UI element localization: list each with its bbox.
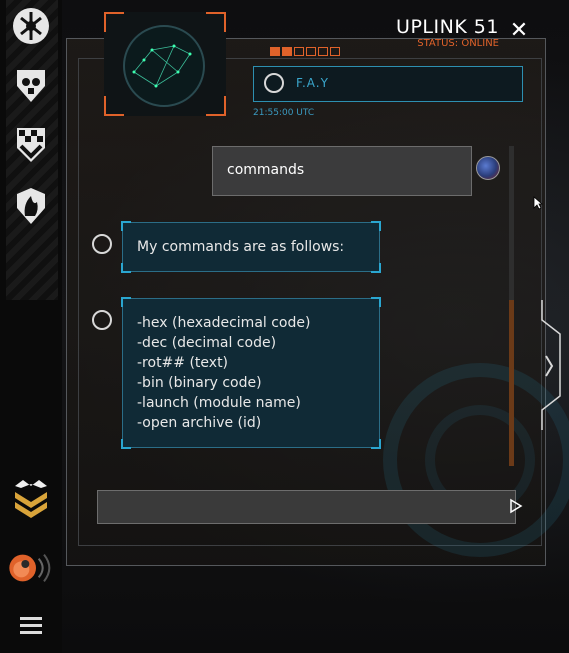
contact-name: F.A.Y xyxy=(296,76,329,90)
chevron-right-icon xyxy=(545,355,554,377)
uplink-orb-icon[interactable] xyxy=(8,544,56,592)
timestamp: 21:55:00 UTC xyxy=(253,108,315,118)
bot-avatar-icon xyxy=(92,310,112,330)
command-line: -bin (binary code) xyxy=(137,375,262,391)
close-button[interactable]: ✕ xyxy=(508,20,530,42)
user-avatar[interactable] xyxy=(476,156,500,180)
sidebar xyxy=(0,0,62,653)
contact-bar[interactable]: F.A.Y xyxy=(253,66,523,102)
bot-message: My commands are as follows: xyxy=(121,221,381,273)
command-line: -launch (module name) xyxy=(137,395,301,411)
message-text: My commands are as follows: xyxy=(137,239,345,255)
rank-chevrons-icon[interactable] xyxy=(11,480,51,520)
contact-status-icon xyxy=(264,73,284,93)
skull-shield-icon[interactable] xyxy=(11,64,51,104)
command-line: -dec (decimal code) xyxy=(137,335,277,351)
status-text: STATUS: ONLINE xyxy=(417,38,499,49)
message-text: commands xyxy=(227,162,305,178)
bot-message-commands: -hex (hexadecimal code) -dec (decimal co… xyxy=(121,297,381,449)
user-message: commands xyxy=(212,146,472,196)
message-input[interactable] xyxy=(97,490,516,524)
send-icon[interactable] xyxy=(508,498,526,516)
command-list: -hex (hexadecimal code) -dec (decimal co… xyxy=(137,313,310,433)
bot-avatar-icon xyxy=(92,234,112,254)
scrollbar-thumb[interactable] xyxy=(509,300,514,466)
signal-indicator xyxy=(270,41,350,56)
checkered-chevron-icon[interactable] xyxy=(11,124,51,164)
mouse-cursor-icon xyxy=(533,196,543,210)
flame-shield-icon[interactable] xyxy=(11,186,51,226)
emblem-arrows-icon[interactable] xyxy=(11,6,51,46)
window-title: UPLINK 51 xyxy=(396,16,499,38)
side-panel-tab[interactable] xyxy=(540,300,562,430)
command-line: -hex (hexadecimal code) xyxy=(137,315,311,331)
menu-icon[interactable] xyxy=(20,617,42,635)
command-line: -rot## (text) xyxy=(137,355,229,371)
contact-avatar xyxy=(104,12,226,116)
command-line: -open archive (id) xyxy=(137,415,262,431)
